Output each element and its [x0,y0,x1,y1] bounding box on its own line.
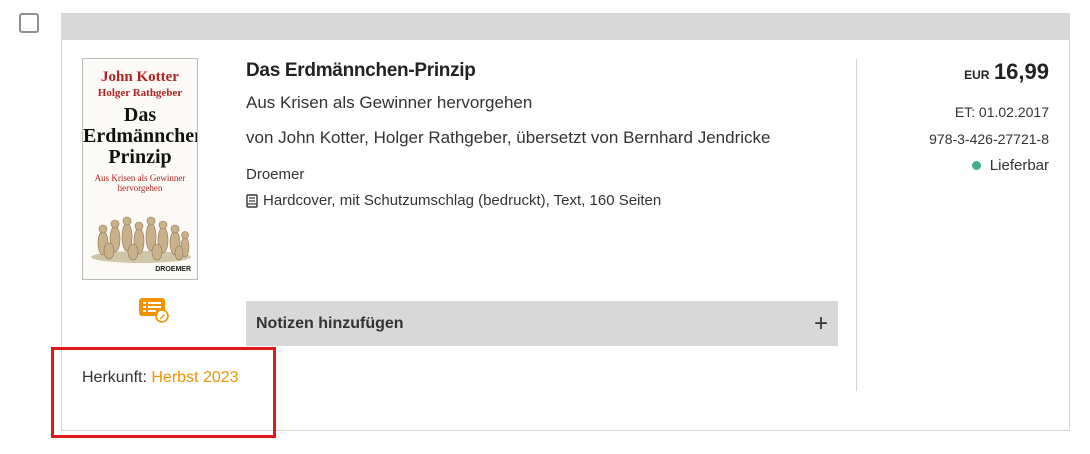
cover-coauthor: Holger Rathgeber [97,87,183,99]
availability-label: Lieferbar [989,157,1049,174]
book-title[interactable]: Das Erdmännchen-Prinzip [246,60,476,82]
book-publisher: Droemer [246,166,305,183]
select-checkbox[interactable] [19,13,39,33]
price-value: 16,99 [993,59,1049,84]
cover-title-line: Das [123,104,157,126]
add-notes-label: Notizen hinzufügen [256,314,404,332]
book-format-text: Hardcover, mit Schutzumschlag (bedruckt)… [263,192,662,209]
cover-title-line: Prinzip [108,146,172,168]
isbn: 978-3-426-27721-8 [929,131,1049,147]
price-currency: EUR [964,68,990,82]
release-date: ET: 01.02.2017 [954,104,1049,120]
book-authors: von John Kotter, Holger Rathgeber, übers… [246,128,771,147]
add-notes-button[interactable]: Notizen hinzufügen + [246,301,838,346]
cover-subtitle-line: Aus Krisen als Gewinner [94,173,186,183]
cover-title: Das Erdmännchen Prinzip [83,105,197,168]
book-cover[interactable]: John Kotter Holger Rathgeber Das Erdmänn… [82,58,198,280]
highlight-frame [51,347,276,438]
price: EUR 16,99 [964,59,1049,85]
cover-author: John Kotter [101,69,179,85]
cover-meerkats-illustration [91,216,191,263]
availability-dot [971,161,981,170]
book-icon [246,193,258,208]
plus-icon: + [813,309,828,337]
cover-subtitle-line: hervorgehen [117,183,163,193]
card-header [62,14,1069,40]
column-divider [856,59,857,391]
cover-subtitle: Aus Krisen als Gewinner hervorgehen [83,173,197,193]
book-format: Hardcover, mit Schutzumschlag (bedruckt)… [246,192,661,209]
cover-publisher-logo: DROEMER [155,266,191,273]
availability-status: Lieferbar [971,157,1049,174]
cover-title-line: Erdmännchen [83,125,198,147]
notes-list-icon[interactable] [138,295,170,323]
book-subtitle: Aus Krisen als Gewinner hervorgehen [246,93,533,112]
